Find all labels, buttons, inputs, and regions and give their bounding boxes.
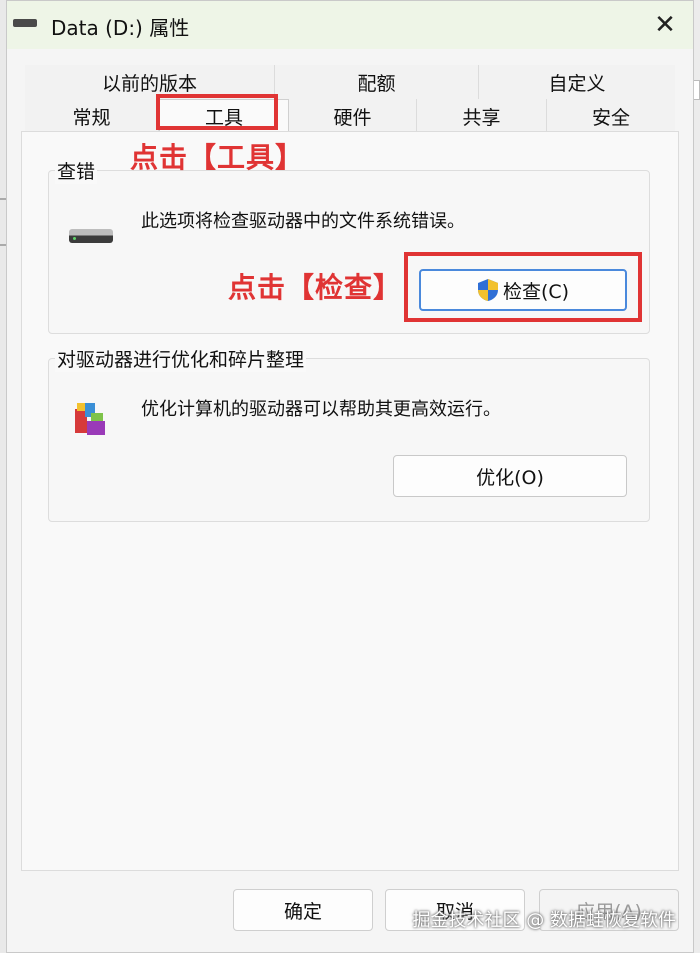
- tab-hardware[interactable]: 硬件: [289, 99, 417, 133]
- title-bar[interactable]: Data (D:) 属性 ✕: [7, 1, 693, 49]
- ok-button[interactable]: 确定: [233, 889, 373, 931]
- watermark: 掘金技术社区 @ 数据蛙恢复软件: [412, 910, 676, 931]
- optimize-title: 对驱动器进行优化和碎片整理: [55, 345, 307, 372]
- error-check-description: 此选项将检查驱动器中的文件系统错误。: [141, 211, 465, 232]
- tab-security[interactable]: 安全: [547, 99, 675, 133]
- tab-quota[interactable]: 配额: [275, 65, 479, 99]
- optimize-description: 优化计算机的驱动器可以帮助其更高效运行。: [141, 399, 501, 420]
- tab-customize[interactable]: 自定义: [479, 65, 675, 99]
- drive-title-icon: [13, 19, 37, 27]
- close-icon: ✕: [654, 10, 676, 40]
- optimize-button-label: 优化(O): [476, 466, 544, 489]
- properties-dialog: Data (D:) 属性 ✕ 以前的版本 配额 自定义 常规 工具 硬件 共享 …: [6, 0, 694, 953]
- optimize-button[interactable]: 优化(O): [393, 455, 627, 497]
- error-check-title: 查错: [55, 157, 98, 184]
- tabs-row-top: 以前的版本 配额 自定义: [25, 65, 675, 99]
- hard-drive-icon: [69, 229, 113, 243]
- check-button-highlight: [404, 252, 642, 322]
- tab-general[interactable]: 常规: [25, 99, 159, 133]
- tools-tab-highlight: [156, 94, 278, 130]
- close-button[interactable]: ✕: [647, 7, 683, 43]
- optimize-group: 对驱动器进行优化和碎片整理 优化计算机的驱动器可以帮助其更高效运行。 优化(O): [48, 345, 650, 522]
- check-hint-text: 点击【检查】: [228, 271, 403, 304]
- tab-sharing[interactable]: 共享: [417, 99, 547, 133]
- tools-panel: 查错 此选项将检查驱动器中的文件系统错误。 检查(C) 对驱动器进行优化和碎片整…: [21, 131, 679, 871]
- tabs-row-bottom: 常规 工具 硬件 共享 安全: [25, 99, 675, 133]
- window-title: Data (D:) 属性: [51, 16, 190, 40]
- defrag-icon: [75, 403, 105, 435]
- tools-hint-text: 点击【工具】: [130, 141, 305, 174]
